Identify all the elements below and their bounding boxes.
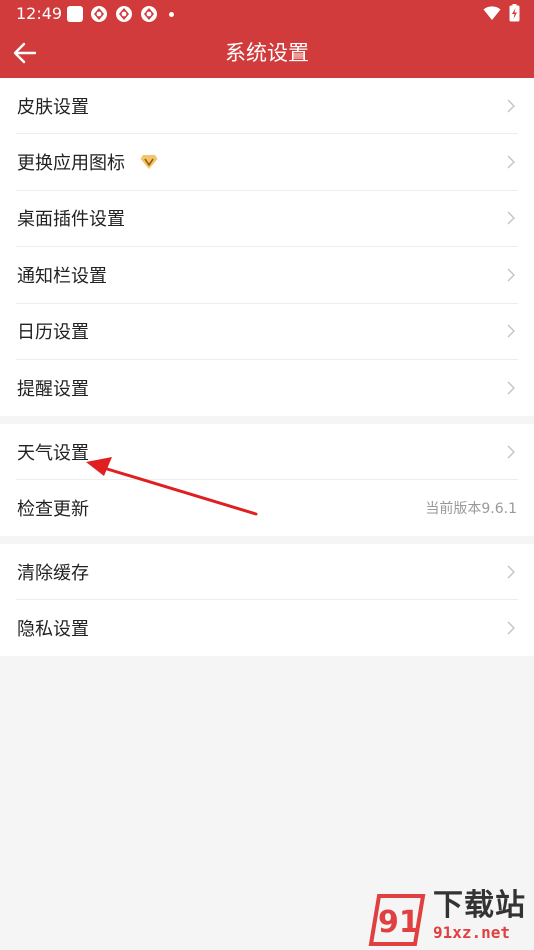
check-update-row[interactable]: 检查更新 当前版本9.6.1: [16, 480, 518, 536]
change-app-icon-row[interactable]: 更换应用图标: [16, 134, 518, 191]
settings-group-weather-update: 天气设置 检查更新 当前版本9.6.1: [0, 424, 534, 536]
chevron-right-icon: [507, 445, 515, 458]
vip-diamond-icon: [140, 155, 158, 170]
wifi-icon: [483, 5, 501, 20]
chevron-right-icon: [507, 268, 515, 282]
chevron-right-icon: [507, 155, 515, 169]
page-title: 系统设置: [225, 41, 309, 65]
status-time: 12:49: [16, 4, 63, 23]
clear-cache-row[interactable]: 清除缓存: [16, 544, 518, 600]
chevron-right-icon: [507, 381, 515, 395]
system-icons: [483, 4, 520, 22]
chevron-right-icon: [507, 621, 515, 635]
row-label: 皮肤设置: [17, 96, 89, 118]
reminder-settings-row[interactable]: 提醒设置: [16, 360, 518, 416]
chevron-right-icon: [507, 211, 515, 225]
status-bar: 12:49: [0, 0, 534, 28]
notification-app-icon: [116, 6, 132, 22]
chevron-right-icon: [507, 99, 515, 113]
notification-square-icon: [67, 6, 83, 22]
privacy-settings-row[interactable]: 隐私设置: [16, 600, 518, 656]
calendar-settings-row[interactable]: 日历设置: [16, 304, 518, 360]
notification-app-icon: [141, 6, 157, 22]
weather-settings-row[interactable]: 天气设置: [16, 424, 518, 480]
battery-charging-icon: [509, 4, 520, 22]
row-label: 检查更新: [17, 499, 89, 520]
row-label: 提醒设置: [17, 379, 89, 401]
row-label: 清除缓存: [17, 562, 89, 584]
row-label: 桌面插件设置: [17, 209, 125, 231]
app-bar: 系统设置: [0, 28, 534, 78]
row-label: 更换应用图标: [17, 153, 125, 175]
watermark: 91 下载站 91xz.net: [365, 890, 530, 946]
watermark-logo-text: 91: [378, 905, 420, 940]
settings-group-general: 皮肤设置 更换应用图标 桌面插件设置 通知栏设置 日历设置 提醒设置: [0, 78, 534, 416]
desktop-widget-settings-row[interactable]: 桌面插件设置: [16, 191, 518, 248]
skin-settings-row[interactable]: 皮肤设置: [16, 78, 518, 135]
chevron-right-icon: [507, 324, 515, 338]
chevron-right-icon: [507, 565, 515, 578]
row-label: 通知栏设置: [17, 265, 107, 287]
current-version-text: 当前版本9.6.1: [425, 501, 517, 517]
watermark-text: 下载站: [433, 888, 526, 923]
notification-app-icon: [91, 6, 107, 22]
watermark-logo-icon: 91: [368, 894, 426, 946]
settings-group-cache-privacy: 清除缓存 隐私设置: [0, 544, 534, 656]
row-label: 日历设置: [17, 322, 89, 344]
row-label: 天气设置: [17, 442, 89, 464]
more-notifications-dot-icon: [169, 11, 174, 17]
notification-icons: [67, 5, 174, 23]
watermark-url: 91xz.net: [433, 923, 511, 942]
row-label: 隐私设置: [17, 619, 89, 640]
notification-bar-settings-row[interactable]: 通知栏设置: [16, 247, 518, 304]
